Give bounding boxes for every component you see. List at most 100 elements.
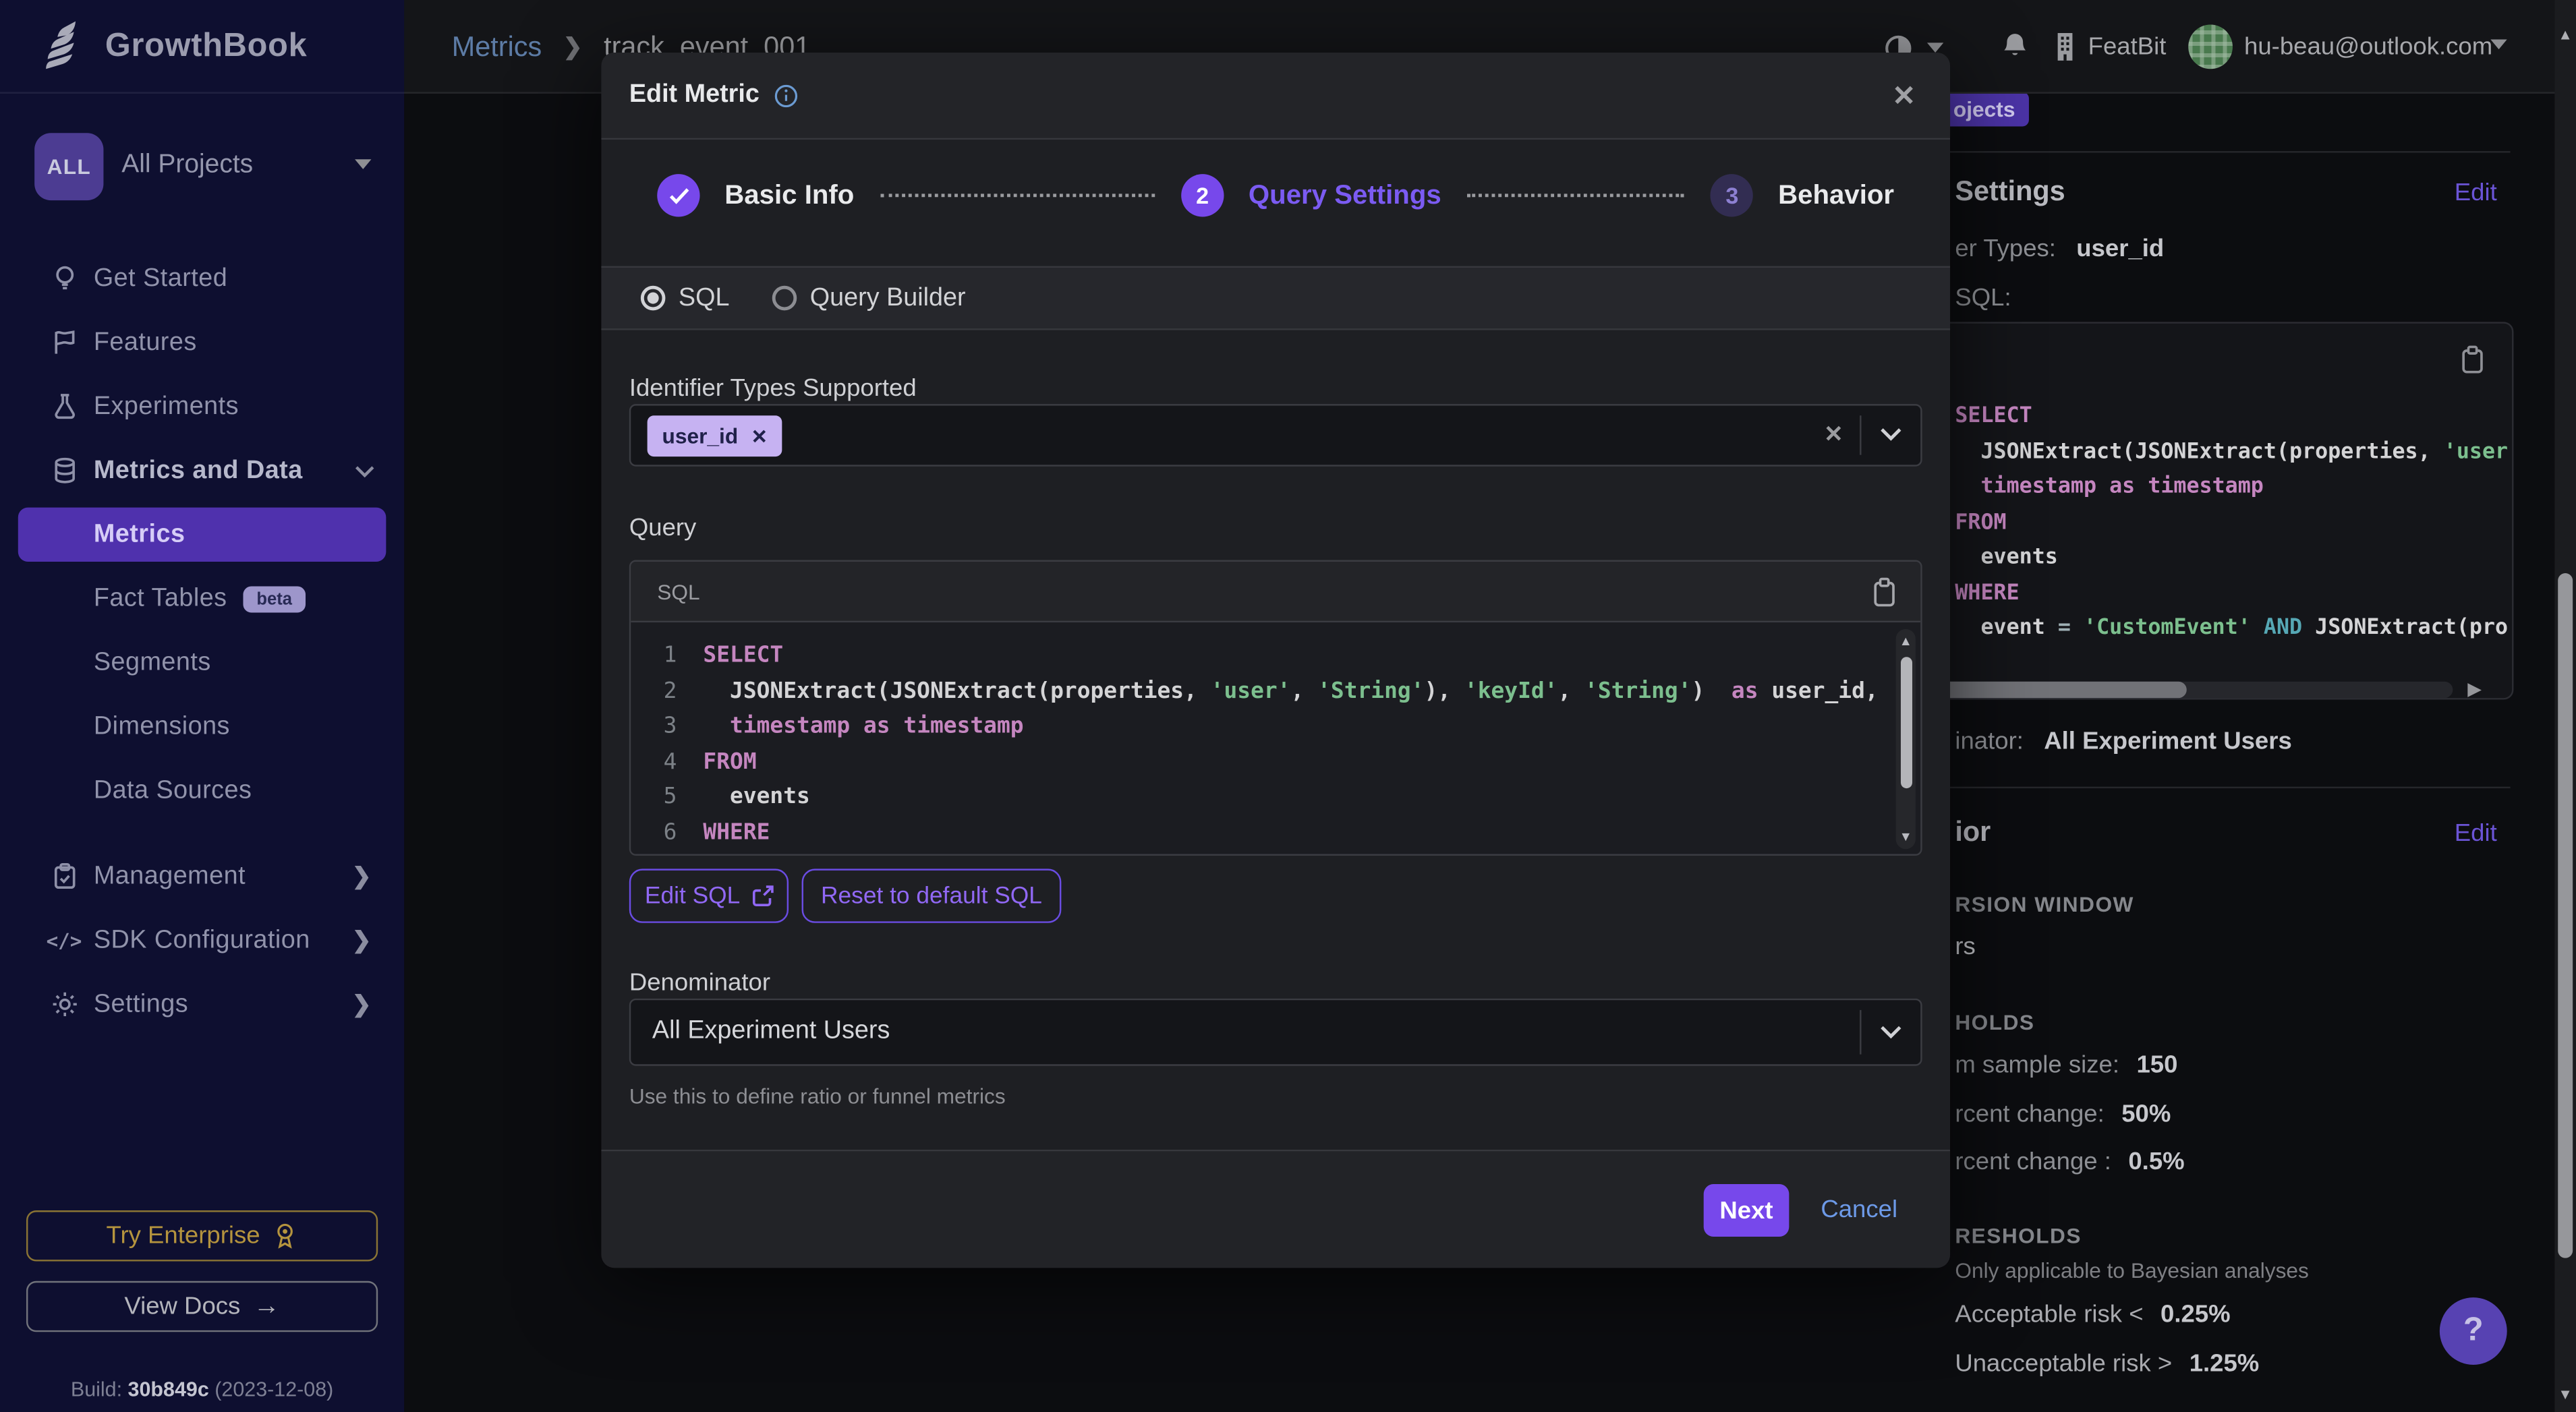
step-label: Behavior (1778, 180, 1894, 211)
chevron-down-icon[interactable] (1879, 427, 1902, 442)
notifications-bell-icon[interactable] (2001, 31, 2029, 61)
breadcrumb-metrics-link[interactable]: Metrics (452, 30, 542, 63)
user-avatar[interactable] (2188, 25, 2233, 69)
step-query-settings[interactable]: 2 Query Settings (1181, 174, 1441, 216)
bayesian-note: Only applicable to Bayesian analyses (1955, 1258, 2309, 1283)
denominator-selected-value: All Experiment Users (652, 1017, 890, 1047)
sidebar-item-label: Management (94, 861, 246, 891)
denominator-help-text: Use this to define ratio or funnel metri… (629, 1084, 1006, 1109)
flask-icon (46, 392, 82, 420)
scroll-up-arrow-icon[interactable]: ▲ (2554, 26, 2576, 42)
project-scope-badge[interactable]: ALL (34, 133, 103, 200)
edit-sql-button[interactable]: Edit SQL (629, 869, 789, 922)
page-scrollbar-thumb[interactable] (2558, 573, 2573, 1258)
external-link-icon (751, 885, 773, 907)
behavior-edit-link[interactable]: Edit (2455, 819, 2497, 847)
step-done-circle (657, 174, 699, 216)
view-docs-button[interactable]: View Docs → (26, 1281, 378, 1332)
sidebar-item-label: Dimensions (94, 712, 230, 742)
sql-code-area[interactable]: 1SELECT2 JSONExtract(JSONExtract(propert… (631, 622, 1920, 856)
scroll-up-arrow-icon[interactable]: ▲ (1896, 634, 1916, 649)
sql-code-lines: 1SELECT2 JSONExtract(JSONExtract(propert… (631, 642, 1920, 854)
user-email[interactable]: hu-beau@outlook.com (2244, 33, 2492, 61)
query-label: Query (629, 514, 697, 541)
clipboard-check-icon (46, 862, 82, 890)
page-scrollbar[interactable]: ▲ ▼ (2554, 0, 2576, 1412)
cancel-button[interactable]: Cancel (1821, 1196, 1897, 1223)
remove-tag-icon[interactable]: ✕ (751, 425, 768, 448)
sidebar-header: GrowthBook (0, 0, 404, 94)
clipboard-copy-icon[interactable] (1871, 577, 1897, 608)
identifier-types-label: Identifier Types Supported (629, 374, 917, 402)
radio-sql[interactable]: SQL (641, 283, 730, 313)
editor-scrollbar-thumb[interactable] (1900, 657, 1912, 788)
sidebar-item-fact-tables[interactable]: Fact Tables beta (0, 566, 404, 630)
try-enterprise-label: Try Enterprise (107, 1222, 260, 1249)
sidebar-item-metrics[interactable]: Metrics (0, 502, 404, 566)
workspace-name[interactable]: FeatBit (2088, 33, 2167, 61)
step-number-circle: 3 (1711, 174, 1753, 216)
edit-sql-label: Edit SQL (645, 883, 740, 909)
step-basic-info[interactable]: Basic Info (657, 174, 854, 216)
unacceptable-risk-value: 1.25% (2189, 1350, 2260, 1378)
sidebar-item-get-started[interactable]: Get Started (0, 246, 404, 310)
sidebar-item-label: SDK Configuration (94, 925, 310, 955)
sidebar-item-experiments[interactable]: Experiments (0, 374, 404, 438)
reset-sql-button[interactable]: Reset to default SQL (802, 869, 1062, 922)
max-change-value: 50% (2121, 1100, 2171, 1128)
editor-vscrollbar[interactable]: ▲ ▼ (1896, 629, 1916, 849)
scroll-right-arrow-icon[interactable]: ▶ (2467, 678, 2482, 700)
unacceptable-risk-label: Unacceptable risk > (1955, 1350, 2172, 1378)
sidebar-item-settings[interactable]: Settings ❯ (0, 972, 404, 1036)
build-info: Build: 30b849c (2023-12-08) (0, 1378, 404, 1401)
brand-name[interactable]: GrowthBook (105, 27, 308, 65)
sidebar-item-label: Segments (94, 648, 211, 678)
denominator-value: All Experiment Users (2044, 728, 2292, 755)
clear-all-icon[interactable]: ✕ (1824, 421, 1843, 448)
sidebar-item-dimensions[interactable]: Dimensions (0, 695, 404, 759)
scroll-down-arrow-icon[interactable]: ▼ (1896, 829, 1916, 844)
next-button[interactable]: Next (1704, 1184, 1790, 1237)
close-icon[interactable]: ✕ (1892, 80, 1916, 113)
radio-label: SQL (679, 283, 730, 313)
try-enterprise-button[interactable]: Try Enterprise (26, 1210, 378, 1262)
step-behavior[interactable]: 3 Behavior (1711, 174, 1894, 216)
min-change-value: 0.5% (2128, 1148, 2184, 1175)
query-settings-edit-link[interactable]: Edit (2455, 179, 2497, 206)
query-settings-heading: Settings (1955, 176, 2065, 209)
sidebar-item-label: Metrics (94, 520, 185, 550)
growthbook-logo-icon[interactable] (36, 18, 89, 74)
sidebar-item-data-sources[interactable]: Data Sources (0, 759, 404, 823)
theme-caret-icon[interactable] (1927, 42, 1943, 53)
project-caret-icon[interactable] (355, 159, 371, 169)
active-item-highlight (18, 508, 387, 562)
sidebar-item-label: Features (94, 328, 197, 357)
chevron-down-icon[interactable] (1879, 1024, 1902, 1039)
gear-icon (46, 991, 82, 1018)
breadcrumb-chevron-icon: ❯ (563, 33, 583, 61)
sidebar-item-metrics-and-data[interactable]: Metrics and Data (0, 438, 404, 502)
identifier-tag[interactable]: user_id ✕ (648, 415, 782, 457)
detail-code-hscrollbar[interactable] (1911, 682, 2453, 698)
radio-query-builder[interactable]: Query Builder (772, 283, 966, 313)
help-button[interactable]: ? (2440, 1297, 2507, 1365)
flag-icon (46, 328, 82, 356)
arrow-right-icon: → (254, 1292, 280, 1322)
radio-unselected-icon (772, 286, 797, 311)
workspace-building-icon[interactable] (2052, 31, 2078, 62)
project-selector[interactable]: All Projects (121, 151, 253, 181)
info-icon[interactable] (774, 83, 799, 108)
sidebar-item-label: Experiments (94, 392, 239, 421)
user-menu-caret-icon[interactable] (2490, 39, 2507, 49)
sidebar-item-segments[interactable]: Segments (0, 630, 404, 695)
reset-sql-label: Reset to default SQL (821, 883, 1042, 909)
detail-sql-code: SELECT JSONExtract(JSONExtract(propertie… (1955, 404, 2508, 651)
copy-sql-icon[interactable] (2459, 345, 2486, 374)
scroll-down-arrow-icon[interactable]: ▼ (2554, 1386, 2576, 1403)
sidebar-item-management[interactable]: Management ❯ (0, 844, 404, 908)
code-icon: </> (46, 929, 82, 951)
denominator-select[interactable]: All Experiment Users (629, 999, 1922, 1066)
sidebar-item-features[interactable]: Features (0, 310, 404, 374)
identifier-types-input[interactable]: user_id ✕ ✕ (629, 404, 1922, 467)
sidebar-item-sdk-configuration[interactable]: </> SDK Configuration ❯ (0, 908, 404, 972)
